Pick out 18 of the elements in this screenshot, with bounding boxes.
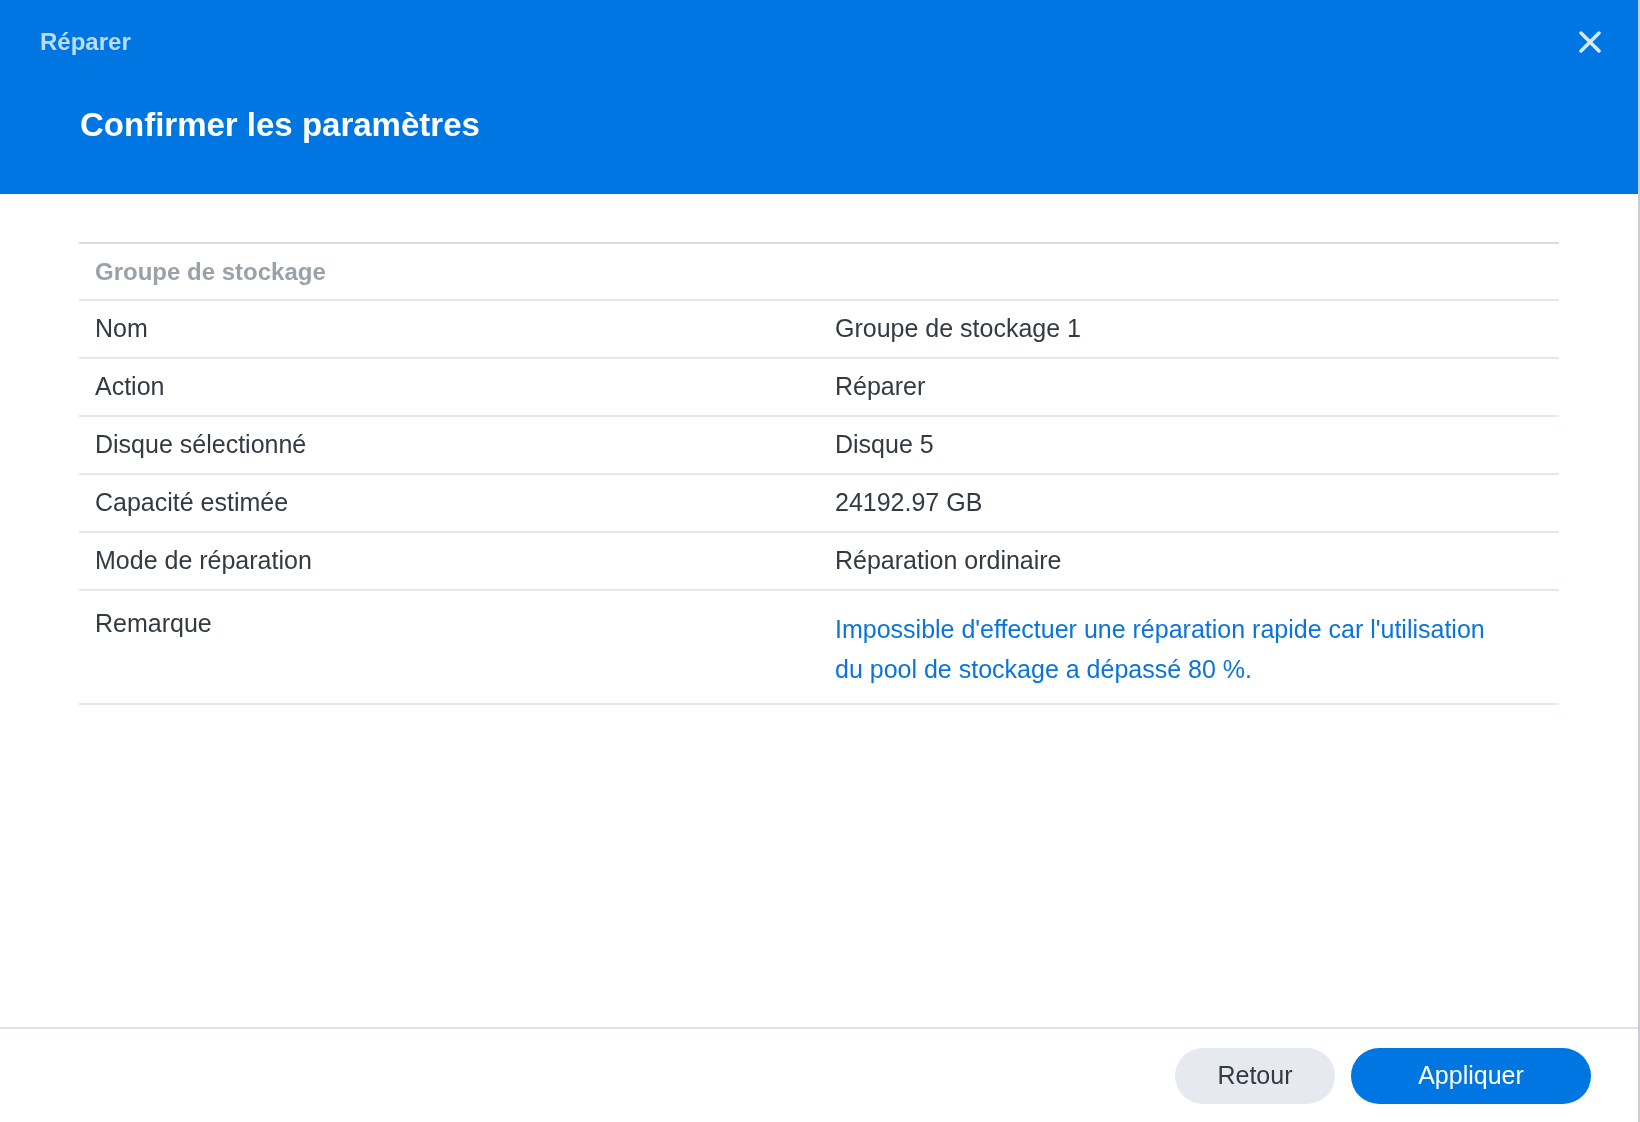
field-label: Nom — [95, 313, 149, 345]
field-label: Disque sélectionné — [95, 429, 308, 461]
note-text: Impossible d'effectuer une réparation rapide car l'utilisation du pool de stockage a dépassé 80 %. — [835, 614, 1486, 685]
field-label: Mode de réparation — [95, 545, 313, 577]
close-icon — [1579, 31, 1601, 53]
field-value: Réparation ordinaire — [835, 545, 1062, 577]
field-label: Capacité estimée — [95, 487, 290, 519]
apply-button[interactable]: Appliquer — [1351, 1047, 1591, 1104]
field-value: Réparer — [835, 371, 926, 403]
field-value: 24192.97 GB — [835, 487, 983, 519]
field-value: Groupe de stockage 1 — [835, 313, 1081, 345]
window-title: Réparer — [40, 27, 131, 57]
section-heading: Groupe de stockage — [95, 256, 326, 287]
dialog-heading: Confirmer les paramètres — [80, 105, 481, 145]
field-label: Remarque — [95, 608, 213, 639]
field-label: Action — [95, 371, 166, 403]
back-button[interactable]: Retour — [1175, 1047, 1335, 1104]
field-value: Disque 5 — [835, 429, 934, 461]
